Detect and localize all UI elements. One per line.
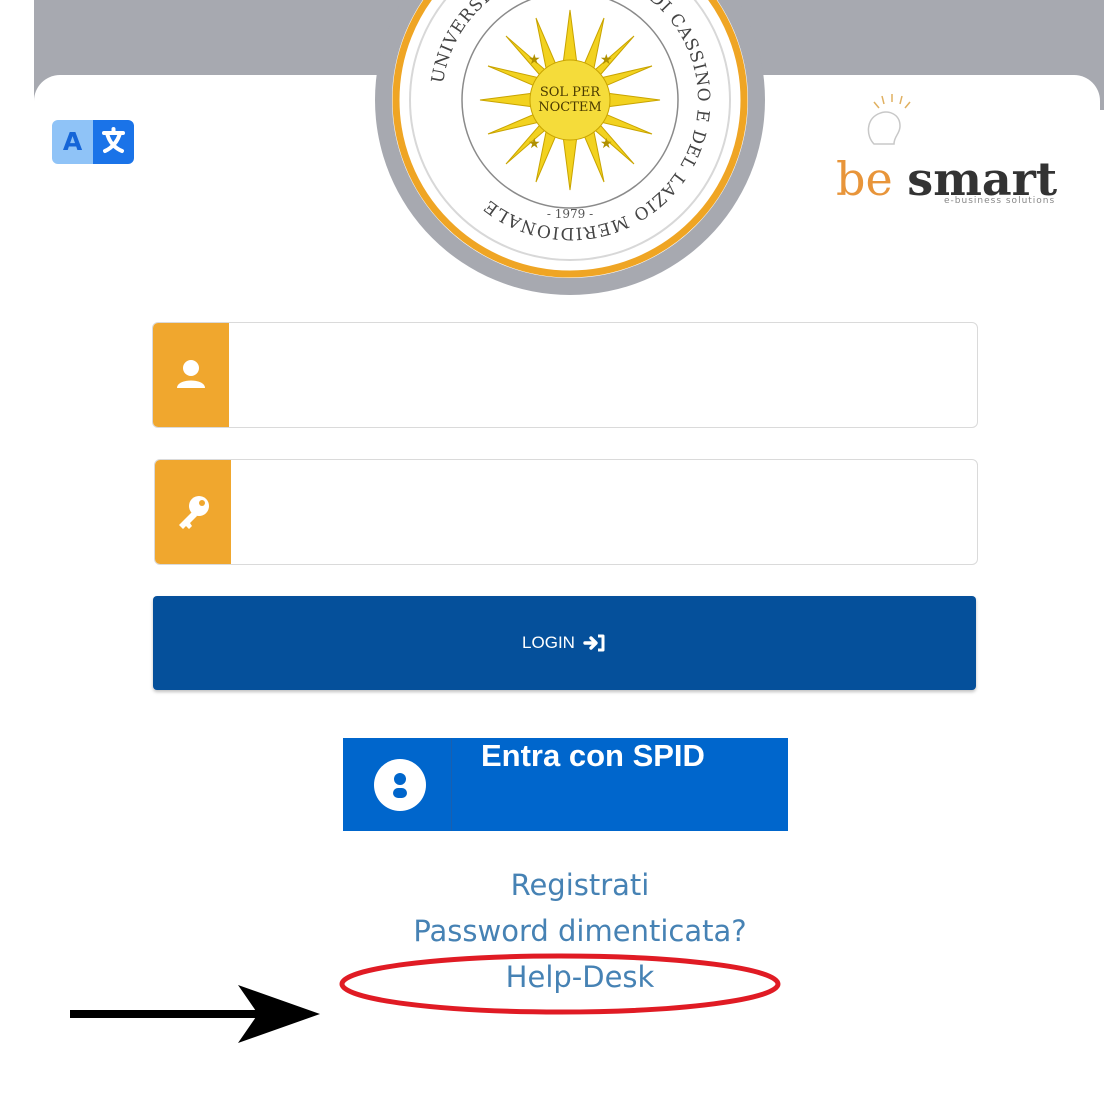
annotation-circle bbox=[339, 953, 781, 1015]
annotation-overlay bbox=[70, 953, 781, 1043]
annotation-arrow bbox=[70, 985, 320, 1043]
